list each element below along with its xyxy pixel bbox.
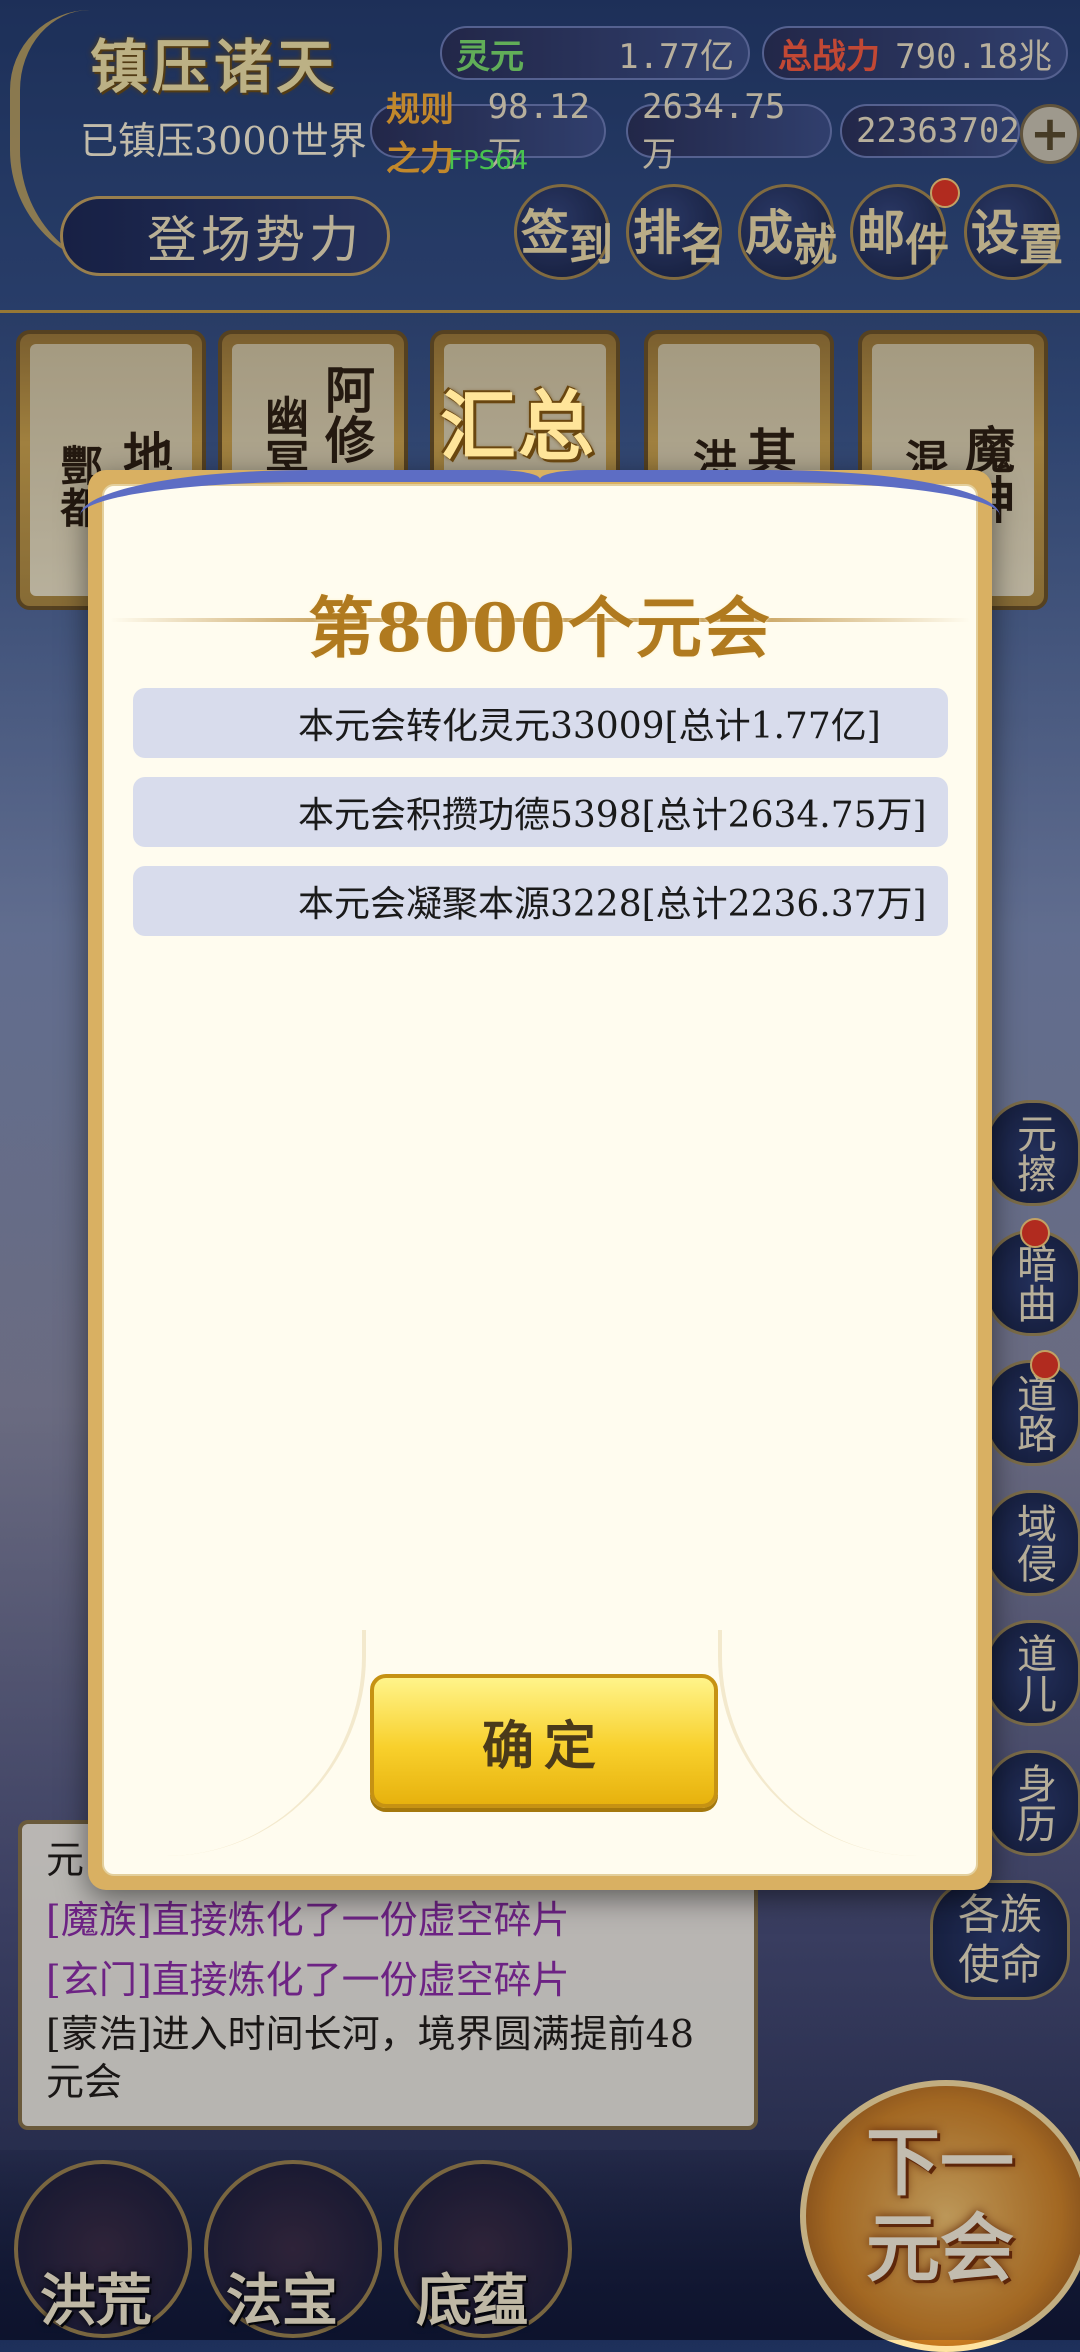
dialog-book-trim-left — [80, 470, 540, 562]
confirm-label: 确定 — [481, 1715, 606, 1777]
summary-row: 本元会凝聚本源3228[总计2236.37万] — [133, 866, 948, 936]
dialog-tab: 汇总 — [440, 365, 640, 475]
dialog-tab-label: 汇总 — [440, 382, 596, 471]
summary-row: 本元会转化灵元33009[总计1.77亿] — [133, 688, 948, 758]
dialog-title: 第8000个元会 — [308, 589, 772, 667]
confirm-button[interactable]: 确定 — [370, 1674, 718, 1808]
dialog-book-trim-right — [540, 470, 1000, 562]
summary-row: 本元会积攒功德5398[总计2634.75万] — [133, 777, 948, 847]
